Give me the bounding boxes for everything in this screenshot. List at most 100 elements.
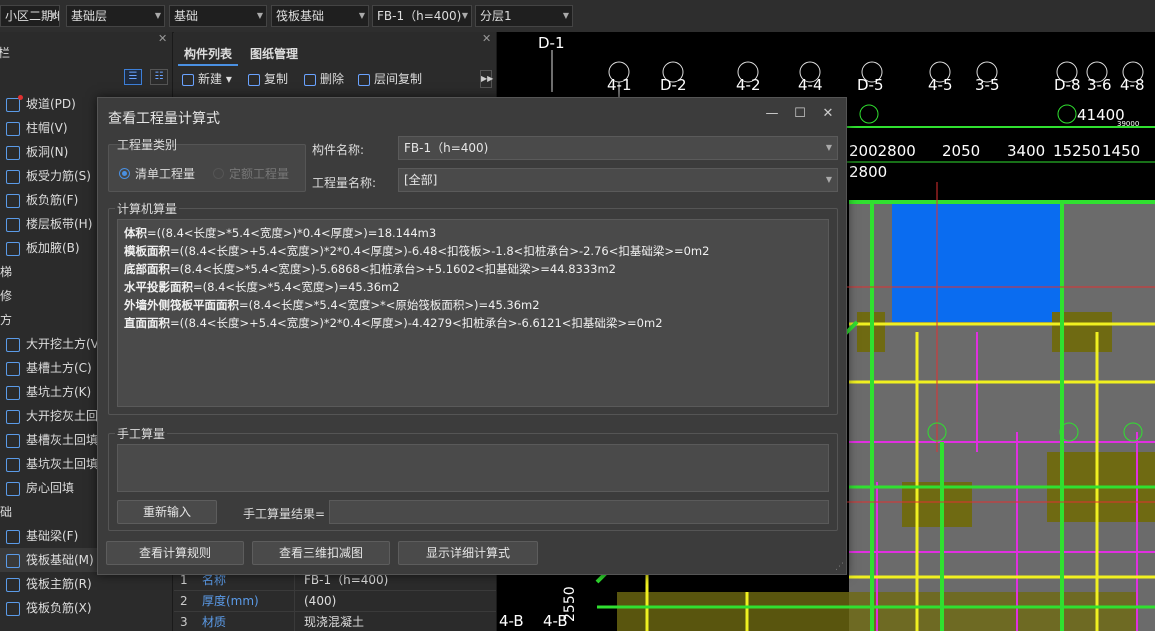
- formula-line: 底部面积=(8.4<长度>*5.4<宽度>)-5.6868<扣桩承台>+5.16…: [124, 261, 616, 277]
- trench-icon: [6, 361, 20, 376]
- category-combo[interactable]: 基础 ▼: [169, 5, 267, 27]
- formula-expression: =(8.4<长度>*5.4<宽度>)-5.6868<扣桩承台>+5.1602<扣…: [170, 262, 616, 276]
- show-detail-formula-button[interactable]: 显示详细计算式: [398, 541, 538, 565]
- tree-category-decoration[interactable]: 修: [0, 284, 12, 308]
- pile-cap: [902, 482, 972, 527]
- slab-haunch-icon: [6, 241, 20, 256]
- view-3d-deduction-button[interactable]: 查看三维扣减图: [252, 541, 390, 565]
- tree-item-trench[interactable]: 基槽土方(C): [0, 356, 92, 380]
- group-label: 计算机算量: [115, 200, 180, 217]
- selected-slab: [892, 202, 1062, 322]
- property-key: 厚度(mm): [202, 594, 259, 608]
- axis-label: D-5: [857, 76, 884, 94]
- tree-category-foundation[interactable]: 础: [0, 500, 12, 524]
- layer-combo[interactable]: 分层1 ▼: [475, 5, 573, 27]
- tree-item-label: 坡道(PD): [26, 97, 76, 111]
- copy-between-floors-label: 层间复制: [374, 72, 423, 86]
- project-combo[interactable]: 小区二期地 ▼: [0, 5, 60, 27]
- component-name-select[interactable]: FB-1（h=400) ▼: [398, 136, 838, 160]
- component-type-combo[interactable]: 筏板基础 ▼: [271, 5, 369, 27]
- close-icon[interactable]: ✕: [158, 32, 167, 45]
- tree-item-ramp[interactable]: 坡道(PD): [0, 92, 76, 116]
- tree-item-label: 基槽土方(C): [26, 361, 92, 375]
- dimension-label: 2800: [849, 163, 887, 181]
- tree-category-earthwork[interactable]: 方: [0, 308, 12, 332]
- list-view-button[interactable]: ☰: [124, 69, 142, 85]
- formula-line: 直面面积=((8.4<长度>+5.4<宽度>)*2*0.4<厚度>)-4.427…: [124, 315, 663, 331]
- radio-quota-quantity[interactable]: 定额工程量: [213, 165, 289, 182]
- tree-item-label: 基坑灰土回填: [26, 457, 99, 471]
- tree-item-label: 基坑土方(K): [26, 385, 92, 399]
- formula-textarea[interactable]: 体积=((8.4<长度>*5.4<宽度>)*0.4<厚度>)=18.144m3 …: [117, 219, 829, 407]
- radio-selected-icon: [119, 168, 130, 179]
- tree-item-label: 柱帽(V): [26, 121, 68, 135]
- tree-item-excavation[interactable]: 大开挖土方(V: [0, 332, 99, 356]
- tree-item-pit[interactable]: 基坑土方(K): [0, 380, 91, 404]
- chevron-down-icon: ▼: [256, 11, 263, 20]
- expand-toolbar-button[interactable]: ▶▶: [480, 70, 493, 88]
- tree-category-stairs[interactable]: 梯: [0, 260, 12, 284]
- chevron-down-icon: ▼: [825, 175, 832, 184]
- component-combo[interactable]: FB-1（h=400) ▼: [372, 5, 472, 27]
- axis-label: 4-2: [736, 76, 761, 94]
- detail-view-button[interactable]: ☷: [150, 69, 168, 85]
- delete-button[interactable]: 删除: [304, 69, 344, 89]
- tree-item-slab-opening[interactable]: 板洞(N): [0, 140, 68, 164]
- chevron-down-icon: ▼: [461, 11, 468, 20]
- dimension-label: 1450: [1102, 142, 1140, 160]
- tree-item-foundation-beam[interactable]: 基础梁(F): [0, 524, 78, 548]
- tab-component-list[interactable]: 构件列表: [178, 44, 239, 66]
- copy-icon: [248, 73, 260, 86]
- computer-quantity-group: 计算机算量 体积=((8.4<长度>*5.4<宽度>)*0.4<厚度>)=18.…: [108, 200, 838, 415]
- raft-foundation-icon: [6, 553, 20, 568]
- tree-item-column-cap[interactable]: 柱帽(V): [0, 116, 68, 140]
- axis-label: 4-4: [798, 76, 823, 94]
- property-row[interactable]: 2 厚度(mm) (400): [174, 590, 496, 612]
- axis-label: 3-6: [1087, 76, 1112, 94]
- formula-expression: =((8.4<长度>*5.4<宽度>)*0.4<厚度>)=18.144m3: [147, 226, 437, 240]
- component-combo-value: FB-1（h=400): [377, 9, 462, 23]
- column-cap-icon: [6, 121, 20, 136]
- tree-item-slab-strip[interactable]: 楼层板带(H): [0, 212, 92, 236]
- formula-name: 水平投影面积: [124, 280, 193, 294]
- manual-formula-textarea[interactable]: [117, 444, 829, 492]
- slab-opening-icon: [6, 145, 20, 160]
- pit-icon: [6, 385, 20, 400]
- new-button[interactable]: 新建 ▾: [182, 69, 232, 89]
- resize-grip-icon[interactable]: ⋰: [835, 562, 844, 572]
- tree-item-label: 大开挖灰土回: [26, 409, 99, 423]
- tree-item-pit-backfill[interactable]: 基坑灰土回填: [0, 452, 98, 476]
- manual-result-field[interactable]: [329, 500, 829, 524]
- dimension-label: 2550: [562, 586, 578, 622]
- close-icon[interactable]: ✕: [820, 106, 836, 121]
- view-rules-button[interactable]: 查看计算规则: [106, 541, 244, 565]
- tab-drawing-management[interactable]: 图纸管理: [244, 44, 304, 64]
- close-icon[interactable]: ✕: [482, 32, 491, 45]
- copy-button[interactable]: 复制: [248, 69, 288, 89]
- copy-between-floors-button[interactable]: 层间复制: [358, 69, 422, 89]
- tree-item-slab-neg-rebar[interactable]: 板负筋(F): [0, 188, 78, 212]
- tree-item-label: 基础梁(F): [26, 529, 79, 543]
- floor-combo[interactable]: 基础层 ▼: [66, 5, 165, 27]
- tree-item-slab-haunch[interactable]: 板加腋(B): [0, 236, 80, 260]
- tree-item-trench-backfill[interactable]: 基槽灰土回填: [0, 428, 98, 452]
- raft-neg-rebar-icon: [6, 601, 20, 616]
- quantity-name-select[interactable]: [全部] ▼: [398, 168, 838, 192]
- tree-item-backfill[interactable]: 大开挖灰土回: [0, 404, 98, 428]
- axis-label: 4-8: [1120, 76, 1145, 94]
- new-icon: [182, 73, 194, 86]
- axis-bubble: [1057, 104, 1077, 124]
- tree-item-slab-rebar[interactable]: 板受力筋(S): [0, 164, 91, 188]
- minimize-icon[interactable]: —: [764, 106, 780, 121]
- tree-item-raft-main-rebar[interactable]: 筏板主筋(R): [0, 572, 92, 596]
- radio-list-quantity[interactable]: 清单工程量: [119, 165, 195, 182]
- reenter-button[interactable]: 重新输入: [117, 500, 217, 524]
- property-row[interactable]: 3 材质 现浇混凝土: [174, 611, 496, 631]
- axis-label: 4-1: [607, 76, 632, 94]
- tree-item-raft-neg-rebar[interactable]: 筏板负筋(X): [0, 596, 92, 620]
- quantity-name-label: 工程量名称:: [312, 176, 377, 190]
- tree-item-room-backfill[interactable]: 房心回填: [0, 476, 74, 500]
- maximize-icon[interactable]: ☐: [792, 106, 808, 121]
- pit-backfill-icon: [6, 457, 20, 472]
- dimension-label: 3400: [1007, 142, 1045, 160]
